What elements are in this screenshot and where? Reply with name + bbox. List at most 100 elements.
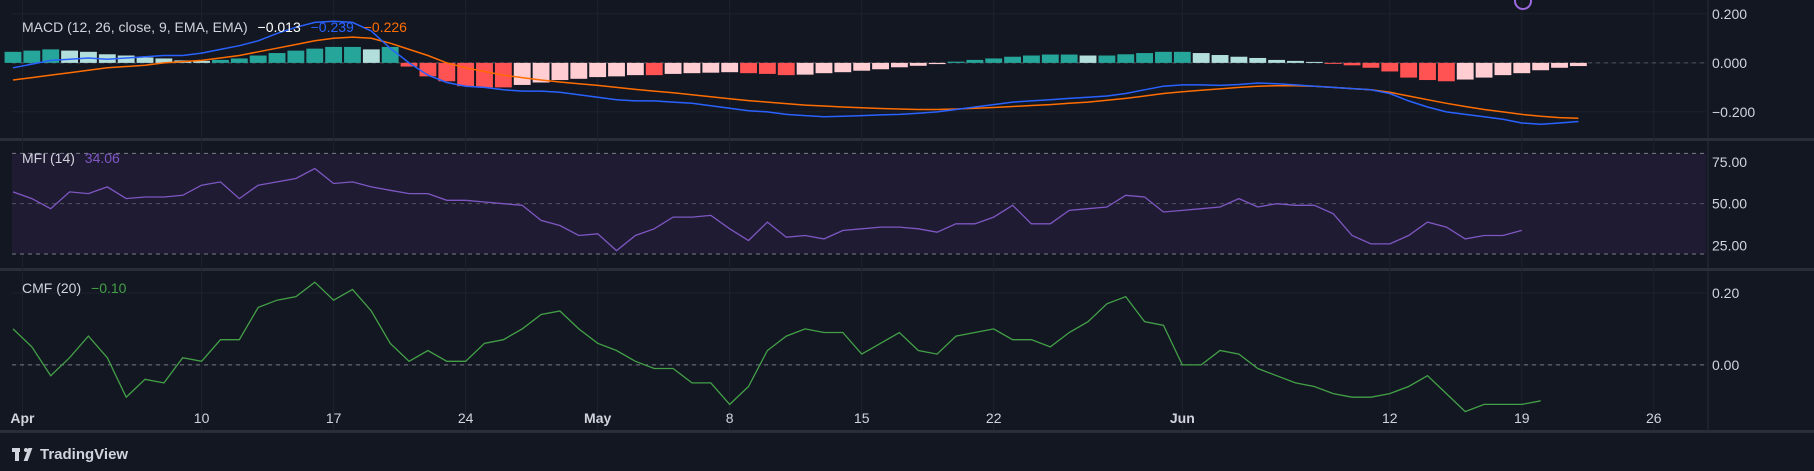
mfi-legend: MFI (14) 34.06: [22, 150, 126, 166]
macd-signal-line: [12, 36, 1579, 120]
x-axis-tick-label: 26: [1646, 410, 1662, 426]
footer-brand[interactable]: TradingView: [12, 446, 128, 463]
macd-histogram-bar: [1513, 62, 1531, 74]
macd-histogram-bar: [1324, 62, 1342, 64]
macd-histogram-bar: [589, 62, 607, 78]
macd-histogram-bar: [834, 62, 852, 73]
mfi-legend-name: MFI (14): [22, 150, 75, 166]
mfi-band-fill: [12, 153, 1706, 254]
macd-histogram-bar: [853, 62, 871, 71]
macd-histogram-bar: [1475, 62, 1493, 78]
macd-histogram-bar: [1569, 62, 1587, 67]
macd-y-tick-label: 4.000: [1712, 0, 1747, 3]
macd-histogram-bar: [1173, 51, 1191, 63]
macd-histogram-bar: [1117, 54, 1135, 63]
macd-histogram-bar: [890, 62, 908, 68]
macd-histogram-bar: [1551, 62, 1568, 68]
macd-histogram-bar: [1268, 59, 1286, 63]
macd-histogram-bar: [362, 49, 380, 63]
macd-histogram-bar: [721, 62, 739, 73]
x-axis-tick-label: Jun: [1170, 410, 1195, 426]
pane-separator: [0, 138, 1814, 141]
macd-histogram-bar: [1155, 51, 1172, 63]
macd-histogram-bar: [306, 48, 324, 63]
macd-legend: MACD (12, 26, close, 9, EMA, EMA) −0.013…: [22, 19, 413, 35]
macd-histogram-bar: [1456, 62, 1474, 80]
macd-pane[interactable]: [4, 20, 1706, 125]
mfi-y-tick-label: 25.00: [1712, 238, 1747, 254]
macd-histogram-bar: [683, 62, 701, 74]
macd-histogram-bar: [702, 62, 720, 73]
x-axis-tick-label: 8: [726, 410, 734, 426]
mfi-y-tick-label: 50.00: [1712, 196, 1747, 212]
mfi-y-tick-label: 75.00: [1712, 154, 1747, 170]
macd-histogram-bar: [1419, 62, 1436, 81]
cmf-legend-name: CMF (20): [22, 280, 82, 296]
macd-histogram-bar: [777, 62, 795, 76]
macd-histogram-bar: [1381, 62, 1399, 72]
macd-histogram-bar: [645, 62, 663, 76]
x-axis-tick-label: 17: [326, 410, 342, 426]
macd-line-value: −0.239: [310, 19, 354, 35]
macd-line: [12, 20, 1579, 125]
macd-histogram-bar: [815, 62, 833, 74]
macd-histogram-bar: [4, 51, 22, 63]
macd-histogram-bar: [1362, 62, 1380, 68]
macd-histogram-bar: [325, 46, 343, 63]
macd-histogram-bar: [381, 46, 399, 63]
macd-histogram-bar: [966, 59, 984, 63]
macd-y-tick-label: −0.200: [1712, 104, 1755, 120]
x-axis-tick-label: May: [584, 410, 611, 426]
x-axis-tick-label: 19: [1514, 410, 1530, 426]
pane-separator: [0, 268, 1814, 271]
macd-histogram-bar: [758, 62, 776, 74]
macd-histogram-bar: [476, 62, 493, 88]
macd-histogram-bar: [513, 62, 531, 85]
macd-y-tick-label: 0.200: [1712, 6, 1747, 22]
macd-histogram-bar: [1532, 62, 1550, 71]
x-axis-tick-label: 22: [986, 410, 1002, 426]
macd-histogram-bar: [1136, 53, 1154, 63]
cmf-pane[interactable]: [12, 281, 1706, 413]
mfi-legend-value: 34.06: [84, 150, 120, 166]
macd-histogram-bar: [608, 62, 625, 77]
x-axis-tick-label: 10: [194, 410, 210, 426]
macd-signal-value: −0.226: [363, 19, 407, 35]
macd-histogram-bar: [1079, 55, 1097, 63]
macd-histogram-bar: [268, 53, 286, 63]
macd-histogram-bar: [212, 59, 229, 63]
macd-histogram-bar: [1023, 55, 1040, 63]
footer-brand-text: TradingView: [40, 446, 129, 463]
macd-histogram-bar: [1287, 60, 1304, 63]
macd-histogram-bar: [1400, 62, 1418, 78]
macd-histogram-bar: [117, 55, 135, 63]
x-axis-tick-label: 24: [458, 410, 474, 426]
macd-histogram-bar: [1343, 62, 1361, 66]
macd-legend-name: MACD (12, 26, close, 9, EMA, EMA): [22, 19, 248, 35]
cmf-legend-value: −0.10: [91, 280, 127, 296]
macd-histogram-bar: [1437, 62, 1455, 82]
macd-histogram-bar: [626, 62, 644, 76]
macd-histogram-bar: [287, 50, 305, 63]
indicator-chart[interactable]: 4.000 0.200 0.000 −0.200 75.00 50.00 25.00 0.20…: [0, 0, 1814, 471]
macd-histogram-bar: [1494, 62, 1512, 76]
mfi-pane[interactable]: [12, 152, 1706, 255]
macd-histogram-bar: [570, 62, 588, 79]
tradingview-logo-icon: [12, 447, 34, 462]
macd-histogram-bar: [1192, 53, 1210, 63]
macd-histogram-bar: [1041, 54, 1059, 63]
macd-histogram-bar: [909, 62, 927, 66]
bottom-separator: [0, 430, 1814, 432]
macd-histogram-bar: [1230, 56, 1248, 63]
macd-histogram-bar: [344, 46, 361, 63]
macd-histogram-bar: [1004, 56, 1022, 63]
macd-histogram-bar: [249, 55, 267, 63]
cmf-y-tick-label: 0.00: [1712, 357, 1739, 373]
macd-hist-value: −0.013: [257, 19, 301, 35]
cmf-legend: CMF (20) −0.10: [22, 280, 132, 296]
macd-histogram-bar: [740, 62, 757, 74]
macd-histogram-bar: [1249, 57, 1267, 63]
macd-histogram-bar: [664, 62, 682, 74]
macd-histogram-bar: [872, 62, 889, 70]
macd-histogram-bar: [928, 62, 946, 65]
